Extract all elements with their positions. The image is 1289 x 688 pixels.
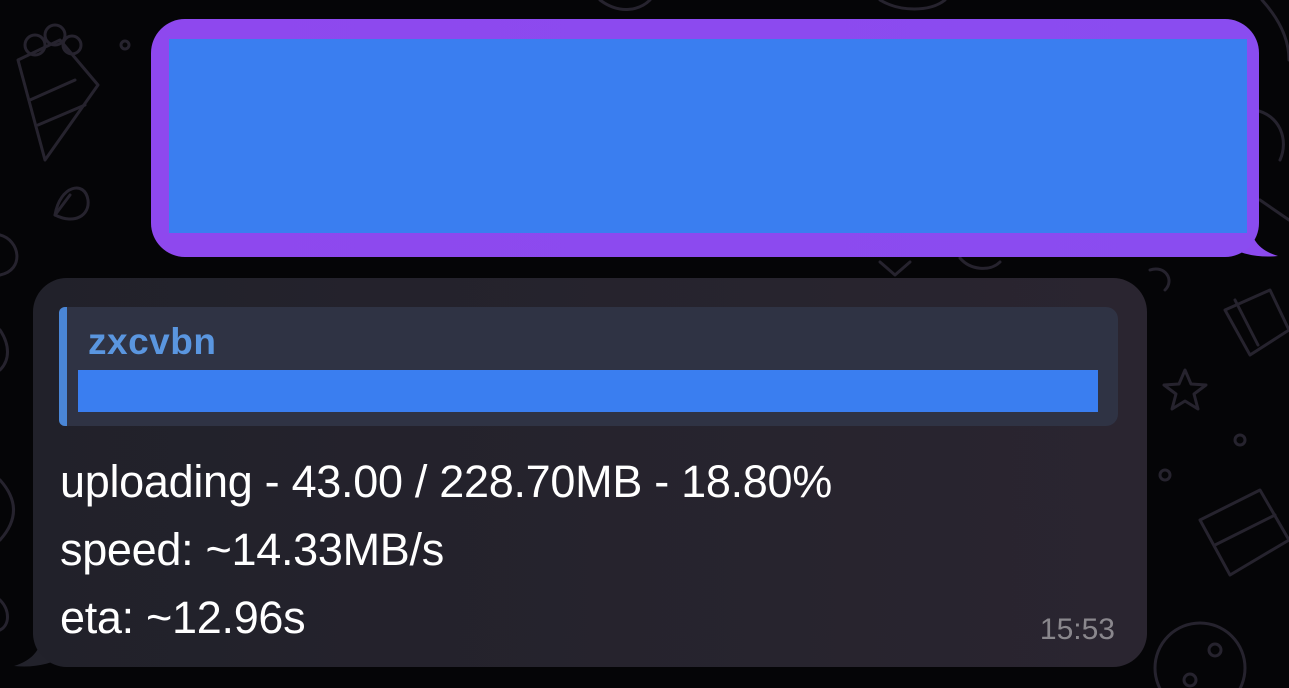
reply-sender-name: zxcvbn (88, 321, 217, 362)
outgoing-message-bubble[interactable] (151, 19, 1259, 257)
message-timestamp: 15:53 (1039, 613, 1115, 646)
upload-eta-line: eta: ~12.96s (60, 592, 306, 643)
message-text: uploading - 43.00 / 228.70MB - 18.80% sp… (60, 448, 1060, 652)
chat-view: zxcvbn uploading - 43.00 / 228.70MB - 18… (0, 0, 1289, 688)
upload-progress-line: uploading - 43.00 / 228.70MB - 18.80% (60, 456, 832, 507)
reply-quote[interactable]: zxcvbn (59, 307, 1118, 426)
redacted-reply-content (78, 370, 1098, 412)
incoming-message-bubble[interactable]: zxcvbn uploading - 43.00 / 228.70MB - 18… (33, 278, 1147, 667)
reply-accent-bar (59, 307, 67, 426)
upload-speed-line: speed: ~14.33MB/s (60, 524, 444, 575)
redacted-message-content (169, 39, 1247, 233)
